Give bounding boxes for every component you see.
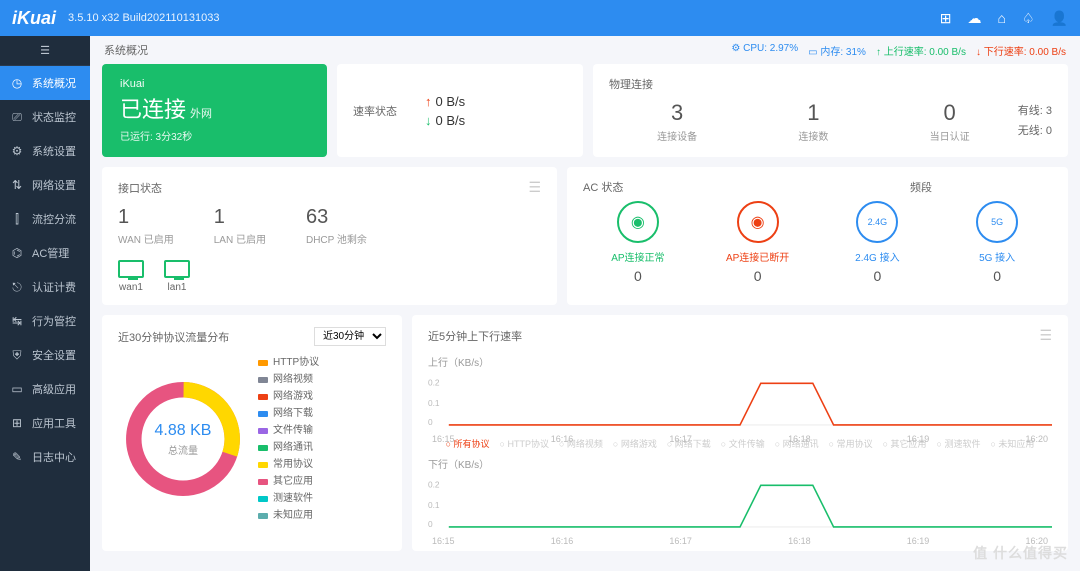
uptime: 已运行: 3分32秒: [120, 128, 309, 143]
topbar: iKuai 3.5.10 x32 Build202110131033 ⊞ ☁ ⌂…: [0, 0, 1080, 36]
ac-item: ◉AP连接已断开0: [703, 201, 813, 284]
dn-rate: 0 B/s: [436, 113, 466, 128]
donut-chart: 4.88 KB总流量: [118, 374, 248, 504]
nav-item-0[interactable]: ◷系统概况: [0, 66, 90, 100]
port-wan1[interactable]: wan1: [118, 260, 144, 293]
nav-item-9[interactable]: ▭高级应用: [0, 372, 90, 406]
watermark: 值 什么值得买: [973, 543, 1068, 563]
physical-card: 物理连接 3连接设备 1连接数 0当日认证 有线: 3无线: 0: [593, 64, 1068, 157]
nav-item-1[interactable]: ⎚状态监控: [0, 100, 90, 134]
logo: iKuai: [12, 8, 56, 29]
version-text: 3.5.10 x32 Build202110131033: [68, 12, 220, 24]
ac-status-icon: 5G: [976, 201, 1018, 243]
downlink-stat: ↓ 下行速率: 0.00 B/s: [976, 43, 1066, 58]
user-icon[interactable]: 👤: [1051, 10, 1068, 27]
connection-card: iKuai 已连接外网 已运行: 3分32秒: [102, 64, 327, 157]
nav-icon: ⚙: [10, 144, 24, 158]
nav-icon: ⌬: [10, 246, 24, 260]
legend-item: 测速软件: [258, 490, 319, 507]
ac-item: 5G5G 接入0: [942, 201, 1052, 284]
legend-item: 常用协议: [258, 456, 319, 473]
page-title: 系统概况: [104, 42, 148, 58]
nav-item-10[interactable]: ⊞应用工具: [0, 406, 90, 440]
up-rate: 0 B/s: [436, 94, 466, 109]
nav-item-8[interactable]: ⛨安全设置: [0, 338, 90, 372]
collapse-toggle[interactable]: ☰: [0, 36, 90, 66]
more-icon[interactable]: ☰: [528, 179, 541, 196]
nav-icon: ◷: [10, 76, 24, 90]
legend-item: HTTP协议: [258, 354, 319, 371]
nav-icon: ↹: [10, 314, 24, 328]
apps-icon[interactable]: ⊞: [940, 10, 952, 27]
more-icon[interactable]: ☰: [1039, 327, 1052, 344]
upload-chart: 0.2 0.1 0: [428, 371, 1052, 431]
legend-item: 网络游戏: [258, 388, 319, 405]
nav-icon: ⊞: [10, 416, 24, 430]
svg-text:0: 0: [428, 417, 433, 427]
nav-icon: ⎚: [10, 110, 24, 125]
legend-item: 其它应用: [258, 473, 319, 490]
nav-item-2[interactable]: ⚙系统设置: [0, 134, 90, 168]
svg-text:0.2: 0.2: [428, 479, 440, 489]
interface-card: 接口状态☰ 1WAN 已启用 1LAN 已启用 63DHCP 池剩余 wan1l…: [102, 167, 557, 305]
nav-item-7[interactable]: ↹行为管控: [0, 304, 90, 338]
ac-card: AC 状态频段 ◉AP连接正常0◉AP连接已断开02.4G2.4G 接入05G5…: [567, 167, 1068, 305]
nav-icon: ⛨: [10, 348, 24, 363]
legend-item: 网络下载: [258, 405, 319, 422]
nav-item-4[interactable]: ⫿流控分流: [0, 202, 90, 236]
legend-item: 未知应用: [258, 507, 319, 524]
svg-text:0.1: 0.1: [428, 398, 440, 408]
nav-icon: ⇅: [10, 178, 24, 192]
ac-item: ◉AP连接正常0: [583, 201, 693, 284]
legend-item: 文件传输: [258, 422, 319, 439]
breadcrumb: 系统概况 ⚙ CPU: 2.97% ▭ 内存: 31% ↑ 上行速率: 0.00…: [90, 36, 1080, 64]
home-icon[interactable]: ⌂: [998, 10, 1006, 26]
ethernet-icon: [118, 260, 144, 278]
port-lan1[interactable]: lan1: [164, 260, 190, 293]
uplink-stat: ↑ 上行速率: 0.00 B/s: [876, 43, 966, 58]
ethernet-icon: [164, 260, 190, 278]
top-icons: ⊞ ☁ ⌂ ♤ 👤: [940, 10, 1068, 27]
protocol-card: 近30分钟协议流量分布近30分钟 4.88 KB总流量 HTTP协议网络视频网络…: [102, 315, 402, 551]
arrow-down-icon: ↓: [425, 113, 432, 128]
nav-item-6[interactable]: ⎋认证计费: [0, 270, 90, 304]
traffic-card: 近5分钟上下行速率☰ 上行（KB/s） 0.20.10 16:1516:1616…: [412, 315, 1068, 551]
nav-item-11[interactable]: ✎日志中心: [0, 440, 90, 474]
mem-stat: ▭ 内存: 31%: [808, 43, 866, 58]
ac-status-icon: ◉: [617, 201, 659, 243]
download-chart: 0.2 0.1 0: [428, 473, 1052, 533]
conn-status: 已连接: [120, 97, 186, 122]
rate-card: 速率状态 ↑0 B/s ↓0 B/s: [337, 64, 583, 157]
ac-status-icon: ◉: [737, 201, 779, 243]
nav-icon: ⫿: [10, 212, 24, 227]
cpu-stat: ⚙ CPU: 2.97%: [731, 43, 798, 58]
svg-text:0: 0: [428, 519, 433, 529]
arrow-up-icon: ↑: [425, 94, 432, 109]
nav-item-5[interactable]: ⌬AC管理: [0, 236, 90, 270]
nav-icon: ⎋: [10, 280, 24, 295]
bell-icon[interactable]: ♤: [1022, 10, 1035, 27]
ac-item: 2.4G2.4G 接入0: [823, 201, 933, 284]
range-select[interactable]: 近30分钟: [314, 327, 386, 346]
svg-text:0.2: 0.2: [428, 377, 440, 387]
legend-item: 网络视频: [258, 371, 319, 388]
ac-status-icon: 2.4G: [856, 201, 898, 243]
cloud-icon[interactable]: ☁: [968, 10, 982, 27]
nav-icon: ✎: [10, 450, 24, 464]
nav-icon: ▭: [10, 382, 24, 396]
nav-item-3[interactable]: ⇅网络设置: [0, 168, 90, 202]
svg-text:0.1: 0.1: [428, 500, 440, 510]
legend-item: 网络通讯: [258, 439, 319, 456]
sidebar: ☰ ◷系统概况⎚状态监控⚙系统设置⇅网络设置⫿流控分流⌬AC管理⎋认证计费↹行为…: [0, 36, 90, 571]
